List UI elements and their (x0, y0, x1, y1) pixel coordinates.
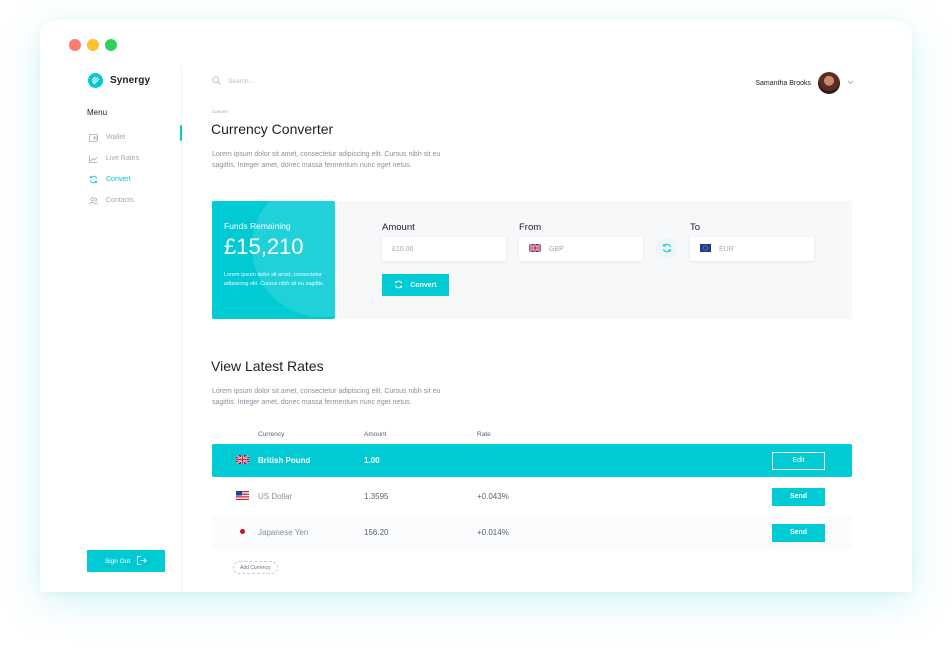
uk-flag-icon (528, 243, 542, 254)
swap-currencies-button[interactable] (656, 238, 677, 259)
refresh-icon (394, 280, 403, 291)
synergy-logo-icon (88, 73, 103, 88)
row-amount: 156.20 (364, 528, 389, 537)
avatar (818, 72, 840, 94)
sidebar-item-convert[interactable]: Convert (88, 169, 182, 190)
row-currency: Japanese Yen (258, 528, 309, 537)
column-header-currency: Currency (258, 431, 285, 438)
sidebar-item-contacts[interactable]: Contacts (88, 190, 182, 211)
funds-card: Funds Remaining £15,210 Lorem ipsum dolo… (212, 201, 335, 319)
amount-input[interactable]: £10.00 (392, 246, 413, 253)
row-rate: +0.014% (477, 528, 509, 537)
send-button[interactable]: Send (772, 523, 825, 542)
brand-name: Synergy (110, 75, 151, 86)
sidebar: Synergy Menu Wallet Live Rates Convert C… (40, 66, 182, 592)
sidebar-item-label: Convert (106, 176, 131, 183)
eu-flag-icon (700, 244, 711, 254)
search-bar[interactable]: Search... (212, 76, 254, 87)
maximize-window-button[interactable] (105, 39, 117, 51)
convert-button-label: Convert (410, 281, 437, 289)
row-currency: British Pound (258, 456, 311, 465)
brand[interactable]: Synergy (88, 73, 150, 88)
amount-label: Amount (382, 222, 415, 233)
app-window: Synergy Menu Wallet Live Rates Convert C… (40, 20, 912, 592)
page-title: Currency Converter (211, 121, 334, 137)
table-row[interactable]: US Dollar 1.3595 +0.043% Send (212, 480, 852, 513)
column-header-amount: Amount (364, 431, 387, 438)
japan-flag-icon (236, 527, 249, 538)
chevron-down-icon (847, 80, 854, 87)
row-amount: 1.00 (364, 456, 380, 465)
sidebar-nav: Wallet Live Rates Convert Contacts (88, 127, 182, 211)
table-row[interactable]: British Pound 1.00 Edit (212, 444, 852, 477)
minimize-window-button[interactable] (87, 39, 99, 51)
user-name: Samantha Brooks (755, 79, 811, 87)
search-input[interactable]: Search... (228, 78, 254, 85)
send-button[interactable]: Send (772, 487, 825, 506)
table-row[interactable]: Japanese Yen 156.20 +0.014% Send (212, 516, 852, 549)
row-amount: 1.3595 (364, 492, 389, 501)
from-currency-value: GBP (549, 245, 564, 253)
sidebar-item-label: Live Rates (106, 155, 140, 162)
to-currency-select[interactable]: EUR (690, 237, 814, 261)
close-window-button[interactable] (69, 39, 81, 51)
rates-description: Lorem ipsum dolor sit amet, consectetur … (212, 388, 441, 406)
wallet-icon (88, 133, 98, 143)
convert-button[interactable]: Convert (382, 274, 449, 296)
sign-out-button[interactable]: Sign Out (87, 550, 165, 572)
user-menu[interactable]: Samantha Brooks (755, 72, 854, 94)
from-label: From (519, 222, 542, 233)
page-description: Lorem ipsum dolor sit amet, consectetur … (212, 151, 441, 169)
active-nav-indicator (180, 125, 182, 141)
add-currency-button[interactable]: Add Currency (233, 561, 278, 574)
refresh-icon (88, 175, 98, 185)
us-flag-icon (236, 491, 249, 502)
edit-button[interactable]: Edit (772, 451, 825, 470)
from-currency-select[interactable]: GBP (519, 237, 643, 261)
search-icon (212, 76, 221, 87)
sign-out-label: Sign Out (104, 557, 131, 565)
funds-amount: £15,210 (224, 234, 304, 259)
uk-flag-icon (235, 454, 250, 466)
column-header-rate: Rate (477, 431, 491, 438)
breadcrumb[interactable]: Convert (212, 109, 228, 114)
menu-label: Menu (87, 108, 108, 117)
refresh-icon (662, 240, 672, 258)
sidebar-item-label: Contacts (106, 197, 134, 204)
sidebar-item-wallet[interactable]: Wallet (88, 127, 182, 148)
row-rate: +0.043% (477, 492, 509, 501)
funds-label: Funds Remaining (224, 221, 291, 231)
amount-field[interactable]: £10.00 (382, 237, 506, 261)
converter-panel: Amount £10.00 From GBP To EUR Convert (337, 201, 852, 319)
sidebar-item-live-rates[interactable]: Live Rates (88, 148, 182, 169)
funds-note: Lorem ipsum dolor sit amet, consectetur … (224, 272, 325, 287)
people-icon (88, 196, 98, 206)
rates-title: View Latest Rates (211, 358, 324, 374)
chart-line-icon (88, 154, 98, 164)
window-controls (69, 39, 117, 51)
sidebar-item-label: Wallet (106, 134, 126, 141)
row-currency: US Dollar (258, 492, 293, 501)
logout-icon (137, 555, 147, 567)
to-currency-value: EUR (719, 245, 734, 253)
to-label: To (690, 222, 701, 233)
